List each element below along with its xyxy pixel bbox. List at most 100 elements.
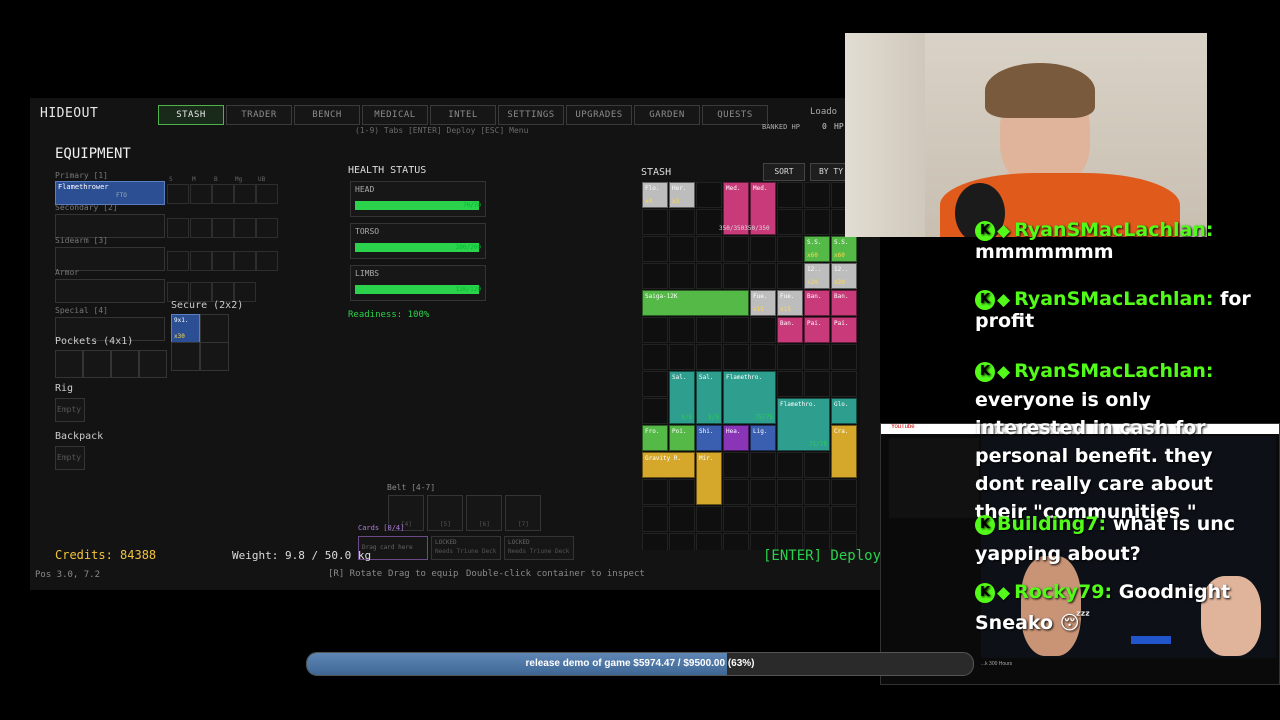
stash-cell[interactable] (723, 506, 749, 532)
stash-cell[interactable] (696, 506, 722, 532)
tab-quests[interactable]: QUESTS (702, 105, 768, 125)
stash-item[interactable]: Sal. 5/5 (696, 371, 722, 424)
stash-cell[interactable] (831, 506, 857, 532)
tab-intel[interactable]: INTEL (430, 105, 496, 125)
stash-cell[interactable] (723, 479, 749, 505)
stash-cell[interactable] (804, 209, 830, 235)
mod-slot[interactable] (212, 218, 234, 238)
stash-item[interactable]: Fue. x15 (750, 290, 776, 316)
stash-item[interactable]: Pai. (831, 317, 857, 343)
mod-slot[interactable] (167, 218, 189, 238)
stash-item[interactable]: Sal. 5/5 (669, 371, 695, 424)
stash-cell[interactable] (777, 479, 803, 505)
stash-cell[interactable] (804, 344, 830, 370)
stash-cell[interactable] (642, 506, 668, 532)
pocket-slot[interactable] (83, 350, 111, 378)
sort-button[interactable]: SORT (763, 163, 805, 181)
stash-item[interactable]: Gravity R. (642, 452, 695, 478)
stash-cell[interactable] (696, 533, 722, 550)
stash-item[interactable]: Her. x3 (669, 182, 695, 208)
stash-cell[interactable] (723, 263, 749, 289)
stash-item[interactable]: 12.. x20 (831, 263, 857, 289)
stash-cell[interactable] (723, 344, 749, 370)
stash-cell[interactable] (804, 182, 830, 208)
stash-cell[interactable] (804, 506, 830, 532)
primary-slot[interactable]: Flamethrower FTO (55, 181, 165, 205)
stash-cell[interactable] (669, 317, 695, 343)
stash-cell[interactable] (777, 371, 803, 397)
stash-cell[interactable] (642, 344, 668, 370)
deploy-button[interactable]: [ENTER] Deploy (763, 548, 880, 564)
stash-cell[interactable] (804, 452, 830, 478)
pocket-slot[interactable] (139, 350, 167, 378)
backpack-slot[interactable]: Empty (55, 446, 85, 470)
stash-item[interactable]: Saiga-12K (642, 290, 749, 316)
tab-upgrades[interactable]: UPGRADES (566, 105, 632, 125)
stash-cell[interactable] (669, 236, 695, 262)
stash-cell[interactable] (804, 371, 830, 397)
stash-cell[interactable] (642, 209, 668, 235)
stash-cell[interactable] (831, 479, 857, 505)
mod-slot[interactable] (234, 282, 256, 302)
stash-item[interactable]: Lig. (750, 425, 776, 451)
stash-item[interactable]: Shi. (696, 425, 722, 451)
stash-cell[interactable] (723, 317, 749, 343)
secondary-slot[interactable] (55, 214, 165, 238)
belt-slot[interactable]: [5] (427, 495, 463, 531)
mod-slot[interactable] (212, 184, 234, 204)
mod-slot[interactable] (234, 218, 256, 238)
stash-cell[interactable] (750, 344, 776, 370)
stash-cell[interactable] (696, 236, 722, 262)
stash-item[interactable]: Mir. (696, 452, 722, 505)
stash-item[interactable]: 12.. x20 (804, 263, 830, 289)
stash-cell[interactable] (750, 479, 776, 505)
stash-item[interactable]: Ban. (831, 290, 857, 316)
mod-slot[interactable] (167, 251, 189, 271)
stash-item[interactable]: Hea. (723, 425, 749, 451)
stash-cell[interactable] (777, 182, 803, 208)
stash-grid[interactable]: Flo. x4 Her. x3 Med. Med. 350/350350/350 S… (642, 182, 860, 550)
stash-cell[interactable] (804, 479, 830, 505)
mod-slot[interactable] (190, 251, 212, 271)
stash-cell[interactable] (750, 236, 776, 262)
stash-cell[interactable] (669, 344, 695, 370)
stash-item[interactable]: Flo. x4 (642, 182, 668, 208)
stash-cell[interactable] (696, 317, 722, 343)
pocket-slot[interactable] (111, 350, 139, 378)
mod-slot[interactable] (256, 251, 278, 271)
stash-cell[interactable] (669, 479, 695, 505)
stash-cell[interactable] (750, 506, 776, 532)
stash-cell[interactable] (777, 263, 803, 289)
stash-cell[interactable] (777, 344, 803, 370)
mod-slot[interactable] (190, 282, 212, 302)
mod-slot[interactable] (256, 184, 278, 204)
stash-cell[interactable] (669, 263, 695, 289)
stash-cell[interactable] (642, 263, 668, 289)
stash-item[interactable]: S.S. x60 (804, 236, 830, 262)
stash-item[interactable]: Pai. (804, 317, 830, 343)
stash-item[interactable]: Flamethro. 75/75 (723, 371, 776, 424)
secure-item[interactable]: 9x1. x30 (171, 314, 200, 343)
stash-item[interactable]: Fro. (642, 425, 668, 451)
pocket-slot[interactable] (55, 350, 83, 378)
tab-garden[interactable]: GARDEN (634, 105, 700, 125)
stash-item[interactable]: Ban. (777, 317, 803, 343)
rig-slot[interactable]: Empty (55, 398, 85, 422)
stash-cell[interactable] (642, 371, 668, 397)
stash-cell[interactable] (831, 344, 857, 370)
stash-cell[interactable] (642, 533, 668, 550)
mod-slot[interactable] (234, 251, 256, 271)
tab-settings[interactable]: SETTINGS (498, 105, 564, 125)
stash-item[interactable]: Flamethro. 75/75 (777, 398, 830, 451)
armor-slot[interactable] (55, 279, 165, 303)
tab-medical[interactable]: MEDICAL (362, 105, 428, 125)
stash-cell[interactable] (723, 452, 749, 478)
stash-cell[interactable] (777, 236, 803, 262)
mod-slot[interactable] (256, 218, 278, 238)
secure-slot[interactable] (200, 314, 229, 343)
stash-cell[interactable] (696, 263, 722, 289)
secure-slot[interactable] (200, 342, 229, 371)
stash-item[interactable]: Cra. (831, 425, 857, 478)
stash-item[interactable]: Poi. (669, 425, 695, 451)
belt-slot[interactable]: [7] (505, 495, 541, 531)
